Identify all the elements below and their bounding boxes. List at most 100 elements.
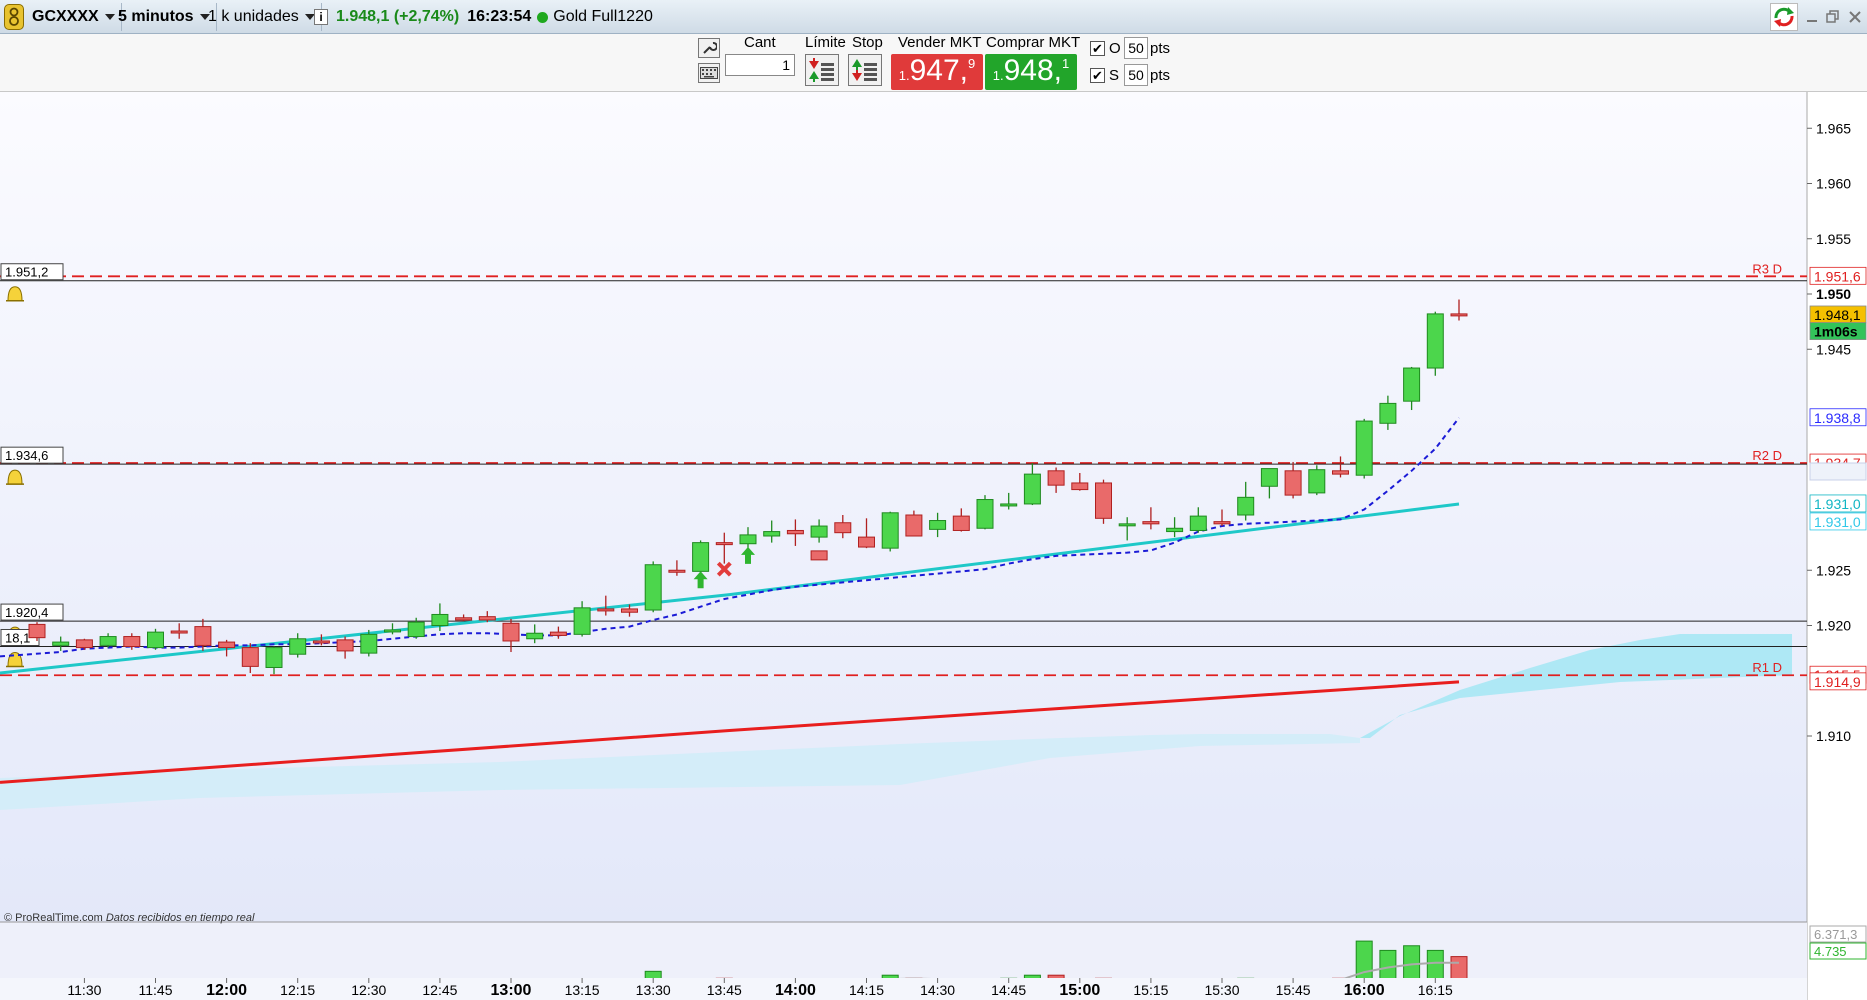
x-tick-label: 12:30: [351, 982, 386, 998]
buy-price-pip: 1: [1062, 56, 1070, 71]
bullish-candle: [147, 631, 164, 649]
refresh-icon[interactable]: [1770, 3, 1798, 31]
bullish-candle: [1118, 523, 1136, 527]
y-tick-label: 1.955: [1816, 231, 1851, 247]
gold-icon: [4, 4, 24, 30]
bullish-candle: [810, 525, 828, 538]
y-tick-label: 1.910: [1816, 728, 1851, 744]
bearish-candle: [336, 639, 354, 652]
bearish-candle: [1071, 482, 1089, 491]
window-titlebar: GCXXXX 5 minutos 1 k unidades i 1.948,1 …: [0, 0, 1867, 34]
sell-market-button[interactable]: 1. 947, 9: [891, 54, 983, 90]
stop-order-button[interactable]: [848, 54, 882, 86]
y-tick-label: 1.950: [1816, 286, 1851, 302]
last-quote: 1.948,1 (+2,74%): [336, 8, 460, 25]
timeframe-selector[interactable]: 5 minutos: [112, 3, 217, 31]
bullish-candle: [644, 564, 662, 611]
feed-name: Gold Full1220: [553, 8, 653, 25]
value-label-text: 1.938,8: [1814, 410, 1861, 426]
stoploss-points-input[interactable]: 50: [1124, 64, 1148, 86]
bullish-candle: [52, 641, 70, 646]
bullish-candle: [1237, 496, 1255, 516]
bullish-candle: [1189, 515, 1207, 531]
buy-market-button[interactable]: 1. 948, 1: [985, 54, 1077, 90]
units-selector[interactable]: 1 k unidades: [202, 3, 322, 31]
bullish-candle: [1000, 503, 1018, 507]
bullish-candle: [739, 534, 757, 545]
objective-points-input[interactable]: 50: [1124, 37, 1148, 59]
level-label: R2 D: [1752, 448, 1782, 463]
bearish-candle: [28, 623, 46, 639]
quote-info: i 1.948,1 (+2,74%) 16:23:54 Gold Full122…: [308, 3, 659, 31]
bullish-candle: [1260, 468, 1278, 487]
bullish-candle: [1355, 420, 1373, 476]
bullish-candle: [1426, 313, 1444, 369]
alert-value-label: 1.920,4: [5, 605, 48, 620]
y-tick-label: 1.925: [1816, 562, 1851, 578]
x-tick-label: 16:00: [1344, 982, 1385, 999]
bearish-candle: [478, 616, 496, 621]
bullish-candle: [99, 636, 117, 646]
alert-value-label: 1.934,6: [5, 448, 48, 463]
bullish-candle: [1403, 367, 1421, 402]
bearish-candle: [1332, 470, 1349, 475]
bullish-candle: [881, 512, 899, 549]
alert-value-label: 1.951,2: [5, 265, 48, 280]
wrench-icon[interactable]: [698, 38, 720, 58]
x-tick-label: 16:15: [1418, 982, 1453, 998]
stoploss-pts-label: pts: [1150, 67, 1171, 84]
bullish-candle: [1308, 469, 1326, 494]
close-icon[interactable]: [1848, 10, 1862, 24]
limit-label: Límite: [805, 34, 846, 51]
x-tick-label: 14:00: [775, 982, 816, 999]
bullish-candle: [692, 542, 710, 572]
bearish-candle: [502, 622, 520, 642]
keyboard-icon[interactable]: [698, 63, 720, 83]
sell-price: 947,: [909, 54, 968, 87]
bearish-candle: [668, 569, 686, 573]
value-label-text: 1.948,1: [1814, 307, 1861, 323]
x-tick-label: 13:45: [707, 982, 742, 998]
minimize-icon[interactable]: [1806, 10, 1818, 22]
x-tick-label: 15:00: [1059, 982, 1100, 999]
units-label: 1 k unidades: [208, 8, 299, 25]
alert-value-label: 18,1: [5, 630, 30, 645]
objective-checkbox[interactable]: ✔: [1090, 41, 1105, 56]
copyright-text: © ProRealTime.com: [4, 912, 103, 924]
price-chart[interactable]: R3 D R2 D R1 D 1.951,2 1.934,6 1.920,4 18,1 1.…: [0, 92, 1867, 1000]
bullish-candle: [265, 647, 283, 668]
info-icon[interactable]: i: [314, 9, 328, 25]
bearish-candle: [194, 626, 212, 646]
limit-order-icon: [809, 58, 834, 82]
value-label-text: 1m06s: [1814, 324, 1858, 340]
y-tick-label: 1.945: [1816, 341, 1851, 357]
x-tick-label: 11:30: [67, 982, 101, 998]
value-label-text: 1.951,6: [1814, 268, 1861, 284]
bullish-candle: [1166, 527, 1184, 533]
buy-price-prefix: 1.: [992, 68, 1004, 83]
y-tick-label: 1.920: [1816, 618, 1851, 634]
bullish-candle: [763, 531, 781, 537]
qty-input[interactable]: 1: [725, 54, 795, 76]
feed-status-dot: [537, 11, 549, 23]
bearish-candle: [455, 617, 473, 621]
level-label: R1 D: [1752, 660, 1782, 675]
chart-background: [0, 92, 1807, 922]
bearish-candle: [1142, 521, 1160, 525]
bearish-candle: [952, 515, 970, 531]
y-tick-label: 1.965: [1816, 120, 1851, 136]
realtime-note: Datos recibidos en tiempo real: [105, 912, 255, 924]
bullish-candle: [289, 638, 307, 655]
x-tick-label: 14:30: [920, 982, 955, 998]
instrument-selector[interactable]: GCXXXX: [26, 3, 122, 31]
copyright-note: © ProRealTime.com Datos recibidos en tie…: [4, 912, 254, 924]
bearish-candle: [123, 636, 141, 647]
bearish-candle: [218, 641, 236, 649]
bell-icon: [7, 286, 23, 302]
restore-icon[interactable]: [1826, 10, 1840, 24]
bearish-candle: [75, 639, 93, 649]
sell-label: Vender MKT: [898, 34, 982, 51]
limit-order-button[interactable]: [805, 54, 839, 86]
stoploss-checkbox[interactable]: ✔: [1090, 68, 1105, 83]
bullish-candle: [929, 520, 947, 530]
